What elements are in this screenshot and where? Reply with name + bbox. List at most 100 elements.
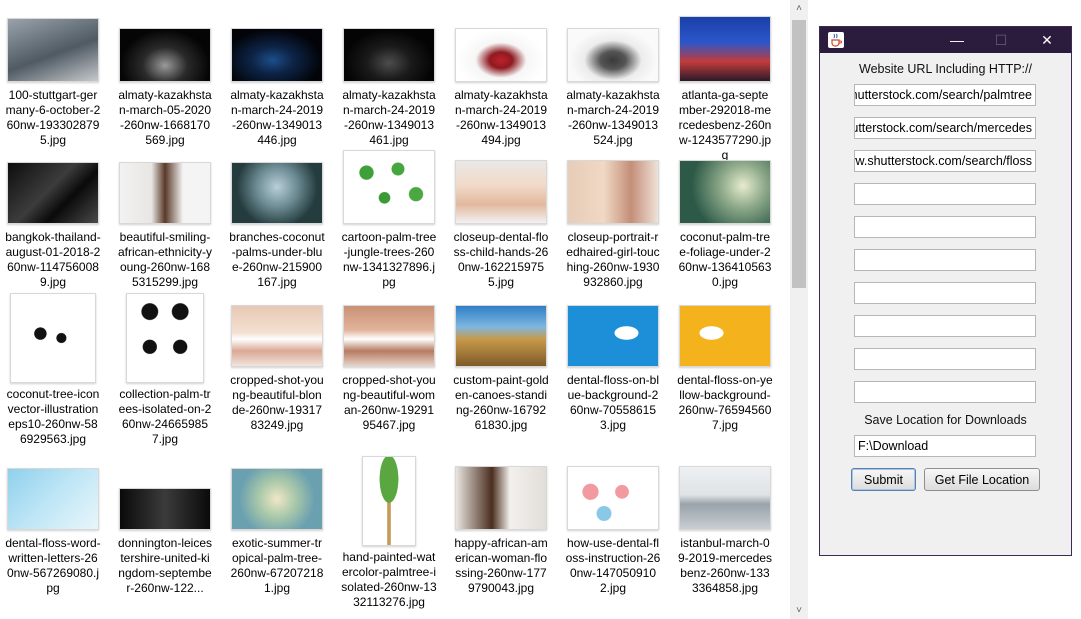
url-field[interactable]: https://www.shutterstock.com/search/palm…	[854, 84, 1036, 106]
image-thumbnail	[231, 468, 323, 530]
file-name: almaty-kazakhstan-march-05-2020-260nw-16…	[118, 88, 212, 147]
url-field[interactable]	[854, 183, 1036, 205]
file-name: istanbul-march-09-2019-mercedesbenz-260n…	[677, 536, 773, 595]
file-name: 100-stuttgart-germany-6-october-260nw-19…	[5, 88, 101, 147]
file-item[interactable]: almaty-kazakhstan-march-24-2019-260nw-13…	[563, 10, 663, 148]
file-item[interactable]: almaty-kazakhstan-march-24-2019-260nw-13…	[451, 10, 551, 148]
file-name: dental-floss-word-written-letters-260nw-…	[5, 536, 101, 595]
image-thumbnail	[343, 305, 435, 367]
file-item[interactable]: exotic-summer-tropical-palm-tree-260nw-6…	[227, 458, 327, 596]
file-item[interactable]: istanbul-march-09-2019-mercedesbenz-260n…	[675, 458, 775, 596]
minimize-button[interactable]: —	[935, 27, 979, 53]
image-thumbnail	[455, 305, 547, 367]
file-name: donnington-leicestershire-united-kingdom…	[117, 536, 213, 595]
vertical-scrollbar[interactable]: ˄ ˅	[790, 0, 808, 619]
file-item[interactable]: happy-african-american-woman-flossing-26…	[451, 458, 551, 596]
file-item[interactable]: how-use-dental-floss-instruction-260nw-1…	[563, 458, 663, 596]
file-name: cartoon-palm-tree-jungle-trees-260nw-134…	[341, 230, 437, 289]
file-item[interactable]: donnington-leicestershire-united-kingdom…	[115, 458, 215, 596]
file-item[interactable]: coconut-palm-tree-foliage-under-260nw-13…	[675, 152, 775, 290]
image-thumbnail	[126, 293, 204, 383]
file-item[interactable]: custom-paint-golden-canoes-standing-260n…	[451, 295, 551, 433]
image-thumbnail	[343, 28, 435, 82]
file-name: custom-paint-golden-canoes-standing-260n…	[453, 373, 549, 432]
file-name: closeup-dental-floss-child-hands-260nw-1…	[453, 230, 549, 289]
url-field[interactable]	[854, 282, 1036, 304]
file-item[interactable]: almaty-kazakhstan-march-24-2019-260nw-13…	[339, 10, 439, 148]
image-thumbnail	[119, 162, 211, 224]
url-field[interactable]	[854, 348, 1036, 370]
image-thumbnail	[455, 160, 547, 224]
file-name: collection-palm-trees-isolated-on-260nw-…	[118, 387, 212, 446]
image-thumbnail	[231, 305, 323, 367]
url-field[interactable]	[854, 315, 1036, 337]
file-item[interactable]: bangkok-thailand-august-01-2018-260nw-11…	[3, 152, 103, 290]
url-field[interactable]	[854, 216, 1036, 238]
image-thumbnail	[231, 28, 323, 82]
image-thumbnail	[343, 150, 435, 224]
file-name: cropped-shot-young-beautiful-woman-260nw…	[342, 373, 436, 432]
file-item[interactable]: branches-coconut-palms-under-blue-260nw-…	[227, 152, 327, 290]
image-thumbnail	[679, 466, 771, 530]
image-thumbnail	[231, 162, 323, 224]
file-item[interactable]: cropped-shot-young-beautiful-woman-260nw…	[339, 295, 439, 433]
submit-button[interactable]: Submit	[851, 468, 916, 491]
file-item[interactable]: atlanta-ga-september-292018-mercedesbenz…	[675, 10, 775, 163]
url-field[interactable]: https://www.shutterstock.com/search/merc…	[854, 117, 1036, 139]
save-location-label: Save Location for Downloads	[864, 413, 1027, 427]
image-thumbnail	[567, 305, 659, 367]
image-thumbnail	[7, 468, 99, 530]
image-thumbnail	[7, 18, 99, 82]
file-name: closeup-portrait-redhaired-girl-touching…	[566, 230, 660, 289]
file-item[interactable]: dental-floss-on-blue-background-260nw-70…	[563, 295, 663, 433]
file-item[interactable]: closeup-portrait-redhaired-girl-touching…	[563, 152, 663, 290]
file-name: happy-african-american-woman-flossing-26…	[454, 536, 548, 595]
url-field[interactable]	[854, 249, 1036, 271]
image-thumbnail	[362, 456, 416, 546]
scroll-down-arrow-icon[interactable]: ˅	[790, 602, 808, 619]
title-bar[interactable]: — ☐ ✕	[820, 27, 1071, 53]
file-item[interactable]: dental-floss-word-written-letters-260nw-…	[3, 458, 103, 596]
image-thumbnail	[567, 160, 659, 224]
maximize-button[interactable]: ☐	[979, 27, 1023, 53]
file-name: dental-floss-on-blue-background-260nw-70…	[566, 373, 660, 432]
file-item[interactable]: cartoon-palm-tree-jungle-trees-260nw-134…	[339, 150, 439, 290]
file-name: dental-floss-on-yellow-background-260nw-…	[677, 373, 773, 432]
file-grid: 100-stuttgart-germany-6-october-260nw-19…	[0, 0, 790, 619]
file-name: almaty-kazakhstan-march-24-2019-260nw-13…	[566, 88, 660, 147]
file-name: branches-coconut-palms-under-blue-260nw-…	[229, 230, 325, 289]
file-item[interactable]: coconut-tree-iconvector-illustrationeps1…	[3, 293, 103, 447]
java-cup-icon	[828, 32, 844, 48]
file-item[interactable]: cropped-shot-young-beautiful-blonde-260n…	[227, 295, 327, 433]
file-name: how-use-dental-floss-instruction-260nw-1…	[565, 536, 661, 595]
file-item[interactable]: hand-painted-watercolor-palmtree-isolate…	[339, 456, 439, 610]
file-item[interactable]: beautiful-smiling-african-ethnicity-youn…	[115, 152, 215, 290]
save-location-field[interactable]: F:\Download	[854, 435, 1036, 457]
url-label: Website URL Including HTTP://	[859, 62, 1032, 76]
file-item[interactable]: closeup-dental-floss-child-hands-260nw-1…	[451, 152, 551, 290]
image-thumbnail	[679, 160, 771, 224]
image-thumbnail	[119, 28, 211, 82]
file-item[interactable]: collection-palm-trees-isolated-on-260nw-…	[115, 293, 215, 447]
file-name: beautiful-smiling-african-ethnicity-youn…	[117, 230, 213, 289]
image-thumbnail	[567, 466, 659, 530]
file-name: cropped-shot-young-beautiful-blonde-260n…	[230, 373, 324, 432]
file-name: bangkok-thailand-august-01-2018-260nw-11…	[5, 230, 101, 289]
close-button[interactable]: ✕	[1025, 27, 1069, 53]
url-field[interactable]	[854, 381, 1036, 403]
scrollbar-thumb[interactable]	[792, 20, 806, 288]
file-name: hand-painted-watercolor-palmtree-isolate…	[341, 550, 437, 609]
file-name: coconut-tree-iconvector-illustrationeps1…	[6, 387, 100, 446]
file-item[interactable]: dental-floss-on-yellow-background-260nw-…	[675, 295, 775, 433]
url-field[interactable]: https://www.shutterstock.com/search/flos…	[854, 150, 1036, 172]
file-item[interactable]: almaty-kazakhstan-march-24-2019-260nw-13…	[227, 10, 327, 148]
image-thumbnail	[679, 16, 771, 82]
scroll-up-arrow-icon[interactable]: ˄	[790, 0, 808, 17]
file-item[interactable]: 100-stuttgart-germany-6-october-260nw-19…	[3, 10, 103, 148]
file-name: exotic-summer-tropical-palm-tree-260nw-6…	[230, 536, 324, 595]
file-item[interactable]: almaty-kazakhstan-march-05-2020-260nw-16…	[115, 10, 215, 148]
get-file-location-button[interactable]: Get File Location	[924, 468, 1040, 491]
image-thumbnail	[567, 28, 659, 82]
file-name: almaty-kazakhstan-march-24-2019-260nw-13…	[454, 88, 548, 147]
image-thumbnail	[119, 488, 211, 530]
